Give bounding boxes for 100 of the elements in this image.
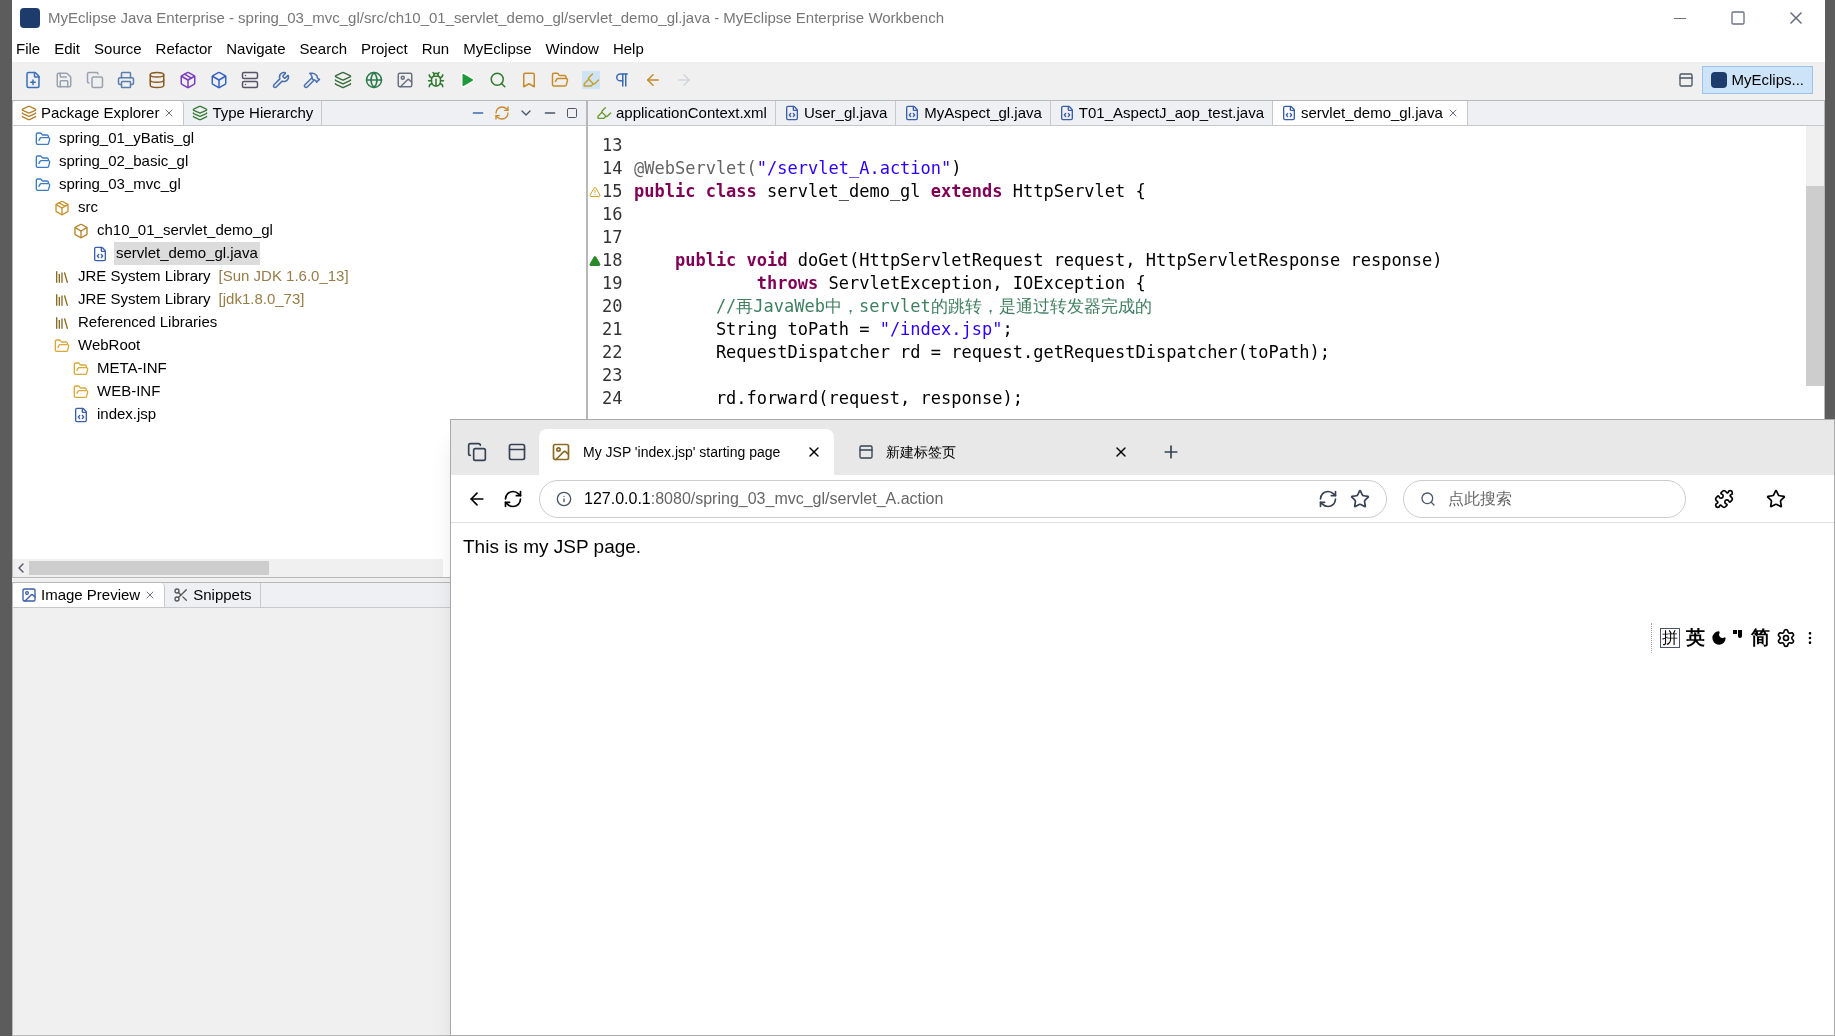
maximize-icon[interactable] — [566, 107, 578, 119]
tree-item-detail: [Sun JDK 1.6.0_13] — [218, 266, 349, 287]
ime-button[interactable]: 英 — [1686, 623, 1705, 653]
settings-icon[interactable] — [1776, 628, 1796, 648]
tree-item[interactable]: spring_02_basic_gl — [57, 150, 191, 173]
new-file-icon[interactable] — [24, 71, 42, 89]
server-icon[interactable] — [241, 71, 259, 89]
tree-item[interactable]: index.jsp — [95, 403, 159, 426]
translate-icon[interactable] — [1318, 488, 1338, 509]
line-number: 20 — [602, 294, 624, 318]
line-number: 18 — [602, 248, 624, 272]
editor-tab[interactable]: servlet_demo_gl.java — [1273, 101, 1468, 125]
site-info-icon[interactable] — [556, 490, 572, 507]
java-file-icon — [1281, 105, 1297, 121]
line-number: 24 — [602, 386, 624, 410]
run-icon[interactable] — [458, 71, 476, 89]
debug-icon[interactable] — [427, 71, 445, 89]
line-number: 23 — [602, 363, 624, 387]
line-number: 22 — [602, 340, 624, 364]
favorite-icon[interactable] — [1350, 488, 1370, 509]
code-line: rd.forward(request, response); — [714, 386, 1023, 410]
image-icon[interactable] — [396, 71, 414, 89]
page-text: This is my JSP page. — [463, 536, 642, 557]
vertical-scrollbar[interactable] — [1806, 126, 1824, 386]
search-icon[interactable] — [489, 71, 507, 89]
menu-item[interactable]: Edit — [54, 37, 81, 61]
java-file-icon — [783, 105, 800, 121]
menu-item[interactable]: MyEclipse — [463, 37, 532, 61]
line-number: 17 — [602, 225, 624, 249]
file-icon — [92, 245, 108, 262]
package-icon[interactable] — [179, 71, 197, 89]
tree-item[interactable]: Referenced Libraries — [76, 311, 220, 334]
extensions-icon[interactable] — [1714, 488, 1734, 509]
ime-button[interactable]: 简 — [1751, 623, 1770, 653]
search-input[interactable]: 点此搜索 — [1448, 486, 1669, 511]
link-icon[interactable] — [494, 105, 510, 121]
menu-item[interactable]: Navigate — [226, 37, 286, 61]
browser-tab[interactable]: My JSP 'index.jsp' starting page — [539, 429, 834, 475]
moon-icon[interactable] — [1711, 630, 1727, 646]
image-icon — [21, 587, 37, 603]
new-tab-icon — [858, 444, 874, 460]
workspaces-icon[interactable] — [467, 442, 487, 462]
line-number: 21 — [602, 317, 624, 341]
menu-item[interactable]: Run — [421, 37, 450, 61]
tree-item[interactable]: spring_01_yBatis_gl — [57, 127, 197, 150]
open-perspective-icon[interactable] — [1678, 72, 1695, 88]
menu-item[interactable]: Window — [545, 37, 599, 61]
project-icon — [35, 153, 51, 170]
tab-actions-icon[interactable] — [507, 442, 527, 462]
xml-file-icon — [596, 105, 612, 121]
tree-item[interactable]: JRE System Library — [76, 265, 213, 288]
line-number: 13 — [602, 133, 624, 157]
project-icon — [35, 130, 51, 147]
java-file-icon — [1058, 105, 1075, 121]
layers-icon[interactable] — [334, 71, 352, 89]
package-icon — [54, 199, 70, 216]
tree-item[interactable]: WebRoot — [76, 334, 143, 357]
package-icon — [73, 222, 89, 239]
tree-item[interactable]: spring_03_mvc_gl — [57, 173, 183, 196]
box-icon[interactable] — [210, 71, 228, 89]
menu-item[interactable]: Project — [361, 37, 408, 61]
app-logo-icon — [20, 8, 40, 28]
favorites-icon[interactable] — [1766, 488, 1786, 509]
horizontal-scrollbar[interactable] — [13, 559, 443, 577]
code-line: //再JavaWeb中，servlet的跳转，是通过转发器完成的 — [714, 294, 1152, 318]
database-icon[interactable] — [148, 71, 166, 89]
menu-item[interactable]: Search — [299, 37, 347, 61]
ime-mode-button[interactable]: 拼 — [1660, 628, 1680, 648]
tree-item-detail: [jdk1.8.0_73] — [218, 289, 305, 310]
tree-item[interactable]: WEB-INF — [95, 380, 163, 403]
reload-icon[interactable] — [503, 488, 523, 509]
code-line: throws ServletException, IOException { — [755, 271, 1146, 295]
tree-item[interactable]: ch10_01_servlet_demo_gl — [95, 219, 275, 242]
print-icon[interactable] — [117, 71, 135, 89]
menu-item[interactable]: Help — [612, 37, 644, 61]
code-line: RequestDispatcher rd = request.getRequestDispatcher(toPath); — [714, 340, 1330, 364]
tree-item[interactable]: servlet_demo_gl.java — [114, 242, 260, 265]
tree-item[interactable]: META-INF — [95, 357, 169, 380]
code-line: String toPath = "/index.jsp"; — [714, 317, 1013, 341]
folder-icon[interactable] — [551, 71, 569, 89]
globe-icon[interactable] — [365, 71, 383, 89]
code-line: @WebServlet("/servlet_A.action") — [634, 156, 962, 180]
tree-item[interactable]: JRE System Library — [76, 288, 213, 311]
view-tab[interactable]: Package Explorer — [13, 101, 185, 125]
bookmark-icon[interactable] — [520, 71, 538, 89]
hammer-icon[interactable] — [303, 71, 321, 89]
view-tab[interactable]: Image Preview — [13, 583, 166, 607]
menu-item[interactable]: Refactor — [155, 37, 213, 61]
project-icon — [35, 176, 51, 193]
window-title: MyEclipse Java Enterprise - spring_03_mvc_gl/src/ch10_01_servlet_demo_gl/servlet_demo_gl.java - MyEclipse Enterprise Workbench — [48, 7, 944, 28]
library-icon — [54, 291, 70, 308]
menu-item[interactable]: Source — [94, 37, 142, 61]
hierarchy-icon — [192, 105, 209, 121]
perspective-button[interactable]: MyEclips... — [1702, 66, 1813, 94]
tree-item[interactable]: src — [76, 196, 100, 219]
library-icon — [54, 268, 70, 285]
pilcrow-icon[interactable] — [613, 71, 631, 89]
menu-item[interactable]: File — [16, 37, 41, 61]
java-file-icon — [904, 105, 921, 121]
wrench-icon[interactable] — [272, 71, 290, 89]
